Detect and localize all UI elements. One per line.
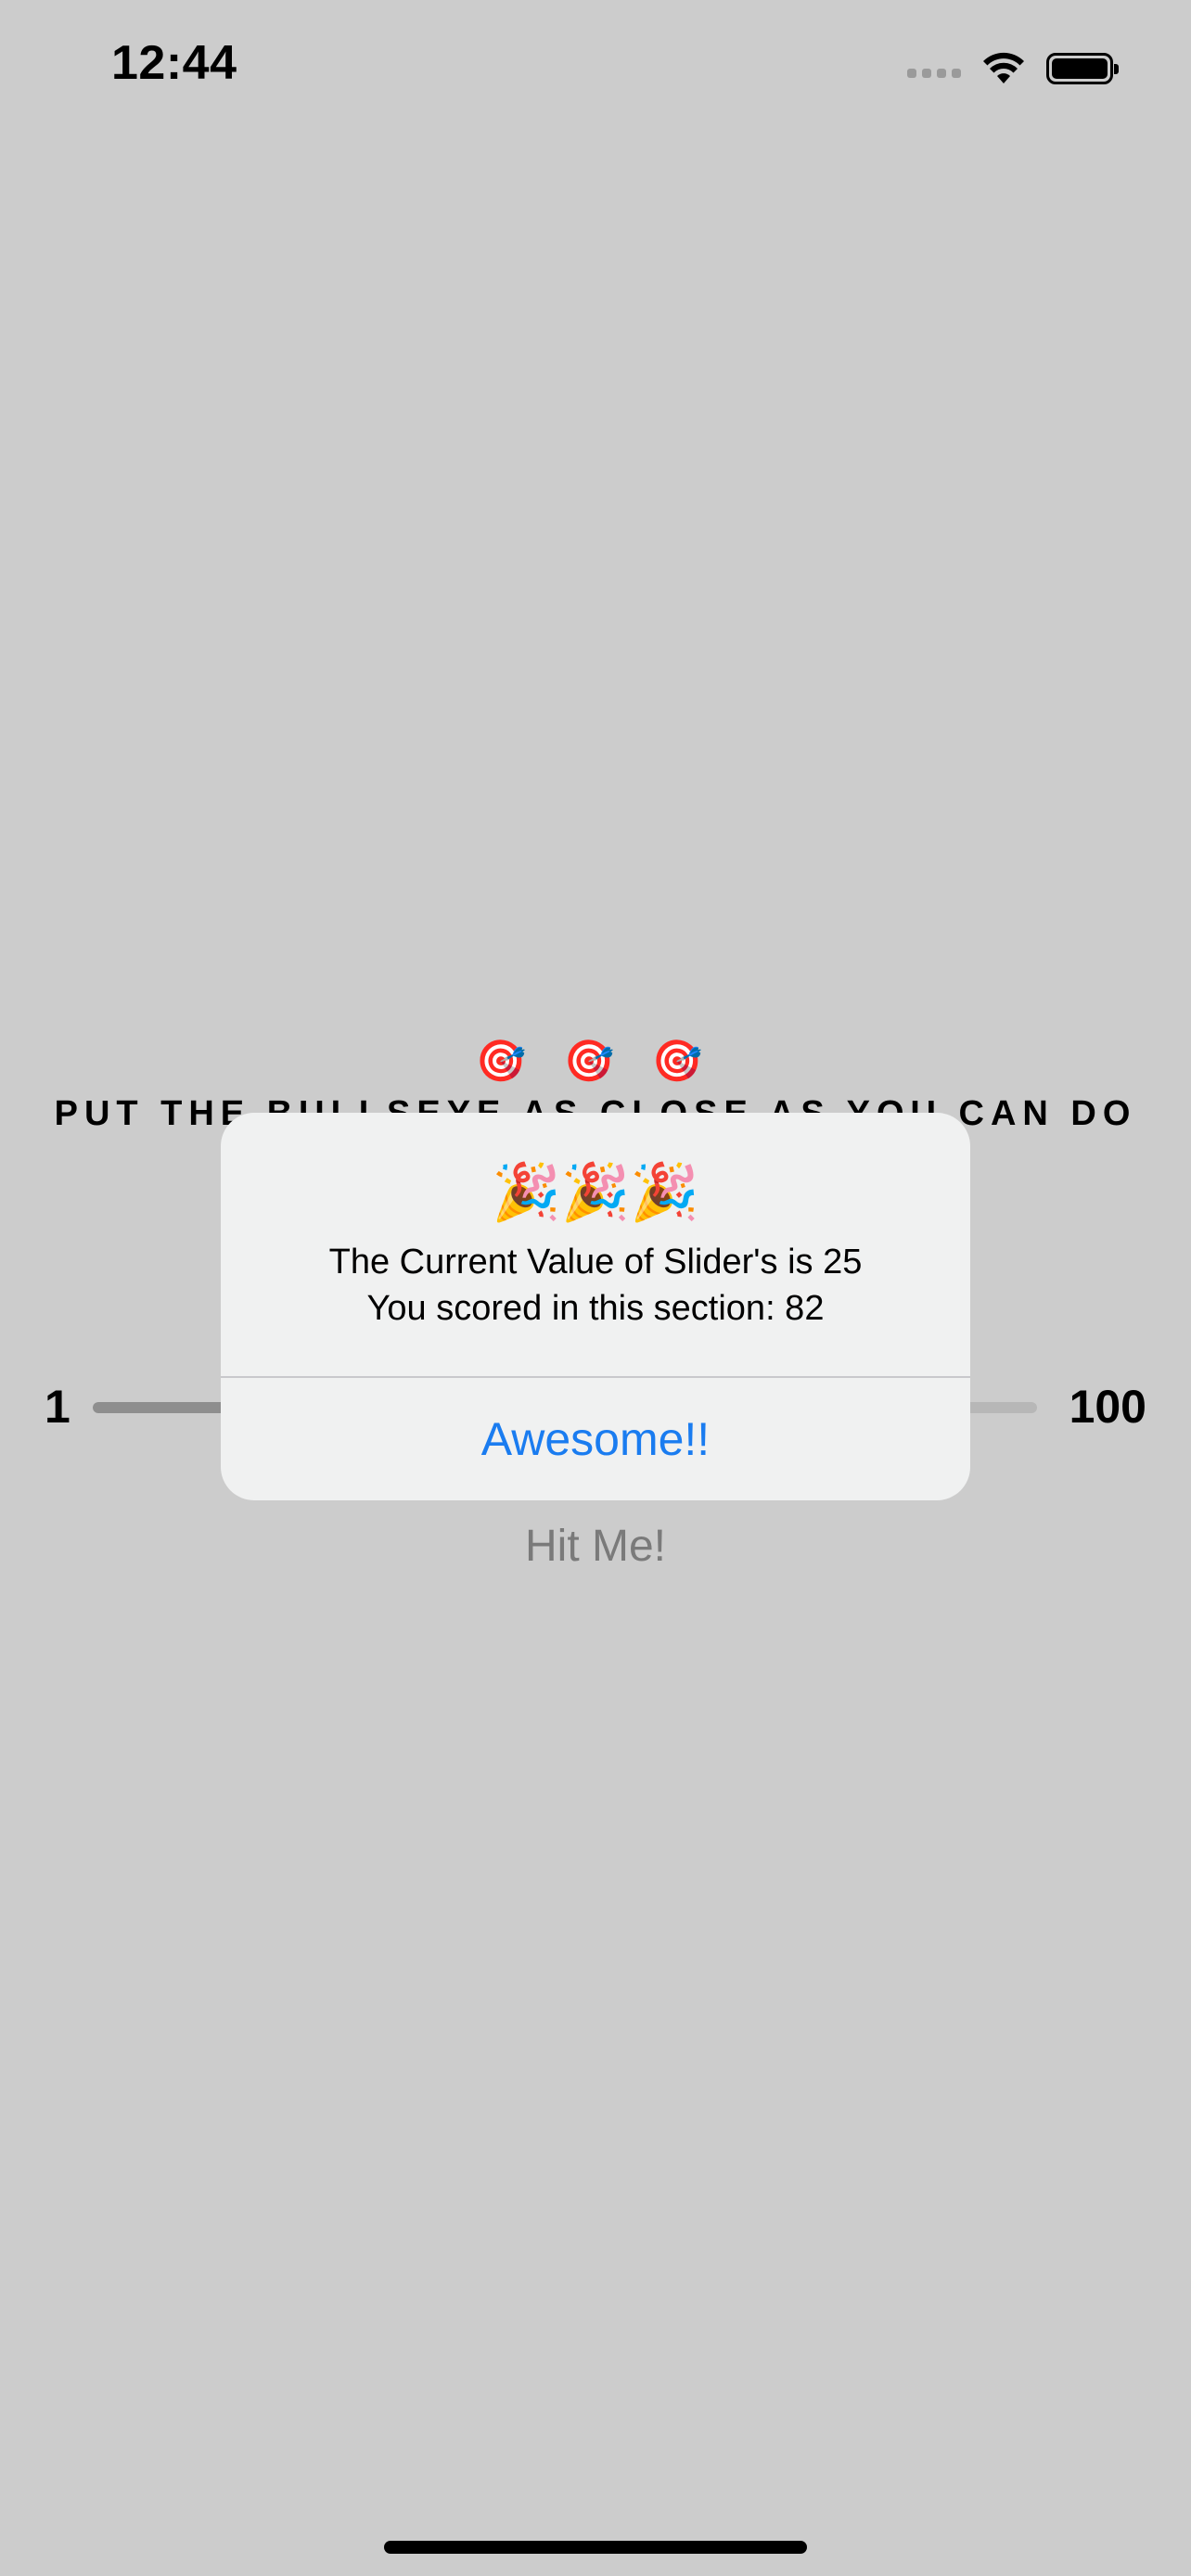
slider-min-label: 1 [45, 1381, 70, 1433]
screen: 12:44 🎯 🎯 🎯 PUT THE BULLSEYE AS CLOSE AS… [0, 0, 1191, 2576]
status-icons [907, 46, 1119, 91]
alert-score-text: You scored in this section: 82 [366, 1289, 825, 1328]
hit-me-button[interactable]: Hit Me! [0, 1521, 1191, 1572]
wifi-icon [983, 52, 1024, 83]
alert-slider-value-text: The Current Value of Slider's is 25 [328, 1243, 863, 1282]
battery-fill [1052, 58, 1108, 79]
cellular-signal-icon [907, 59, 961, 78]
battery-icon [1046, 53, 1119, 84]
alert-message: The Current Value of Slider's is 25 You … [221, 1239, 970, 1332]
home-indicator[interactable] [384, 2541, 807, 2554]
party-popper-icons: 🎉🎉🎉 [491, 1161, 700, 1223]
awesome-button[interactable]: Awesome!! [221, 1378, 970, 1500]
score-alert: 🎉🎉🎉 The Current Value of Slider's is 25 … [221, 1113, 970, 1500]
target-icons: 🎯 🎯 🎯 [475, 1039, 716, 1084]
status-time: 12:44 [111, 36, 237, 90]
slider-max-label: 100 [1069, 1381, 1146, 1433]
